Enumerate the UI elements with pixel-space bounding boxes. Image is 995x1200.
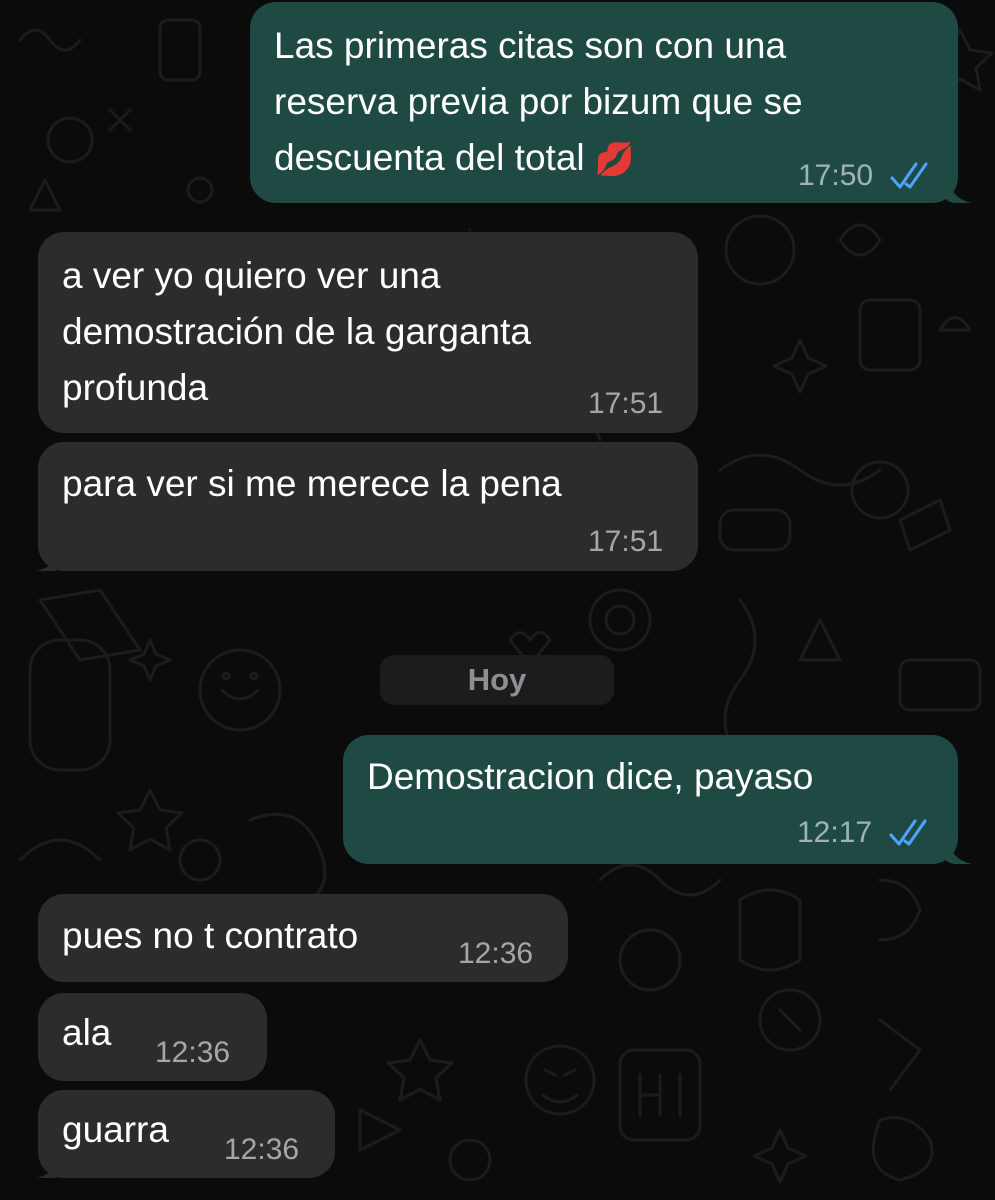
message-bubble-incoming[interactable]: ala 12:36 [38, 993, 267, 1081]
message-bubble-incoming[interactable]: pues no t contrato 12:36 [38, 894, 568, 982]
bubble-tail [946, 834, 972, 864]
lips-emoji-icon: 💋 [594, 141, 635, 177]
message-bubble-outgoing[interactable]: Las primeras citas son con una reserva p… [250, 2, 958, 203]
message-timestamp: 12:36 [155, 1036, 231, 1069]
double-check-icon [889, 819, 927, 846]
message-text: guarra [62, 1109, 169, 1150]
double-check-icon [890, 162, 928, 189]
message-timestamp: 17:50 [798, 159, 874, 192]
message-bubble-incoming[interactable]: para ver si me merece la pena 17:51 [38, 442, 698, 571]
message-text: Demostracion dice, payaso [367, 756, 814, 797]
bubble-tail [36, 1148, 62, 1178]
message-timestamp: 12:36 [224, 1133, 300, 1166]
bubble-tail [946, 173, 972, 203]
message-timestamp: 12:36 [458, 937, 534, 970]
message-bubble-incoming[interactable]: a ver yo quiero ver una demostración de … [38, 232, 698, 433]
message-timestamp: 17:51 [588, 387, 664, 420]
message-text: pues no t contrato [62, 915, 359, 956]
message-timestamp: 17:51 [588, 525, 664, 558]
chat-view[interactable]: Las primeras citas son con una reserva p… [0, 0, 995, 1200]
message-timestamp: 12:17 [797, 816, 873, 849]
message-text: ala [62, 1012, 112, 1053]
message-bubble-outgoing[interactable]: Demostracion dice, payaso 12:17 [343, 735, 958, 864]
message-text: para ver si me merece la pena [62, 463, 562, 504]
bubble-tail [36, 541, 62, 571]
message-bubble-incoming[interactable]: guarra 12:36 [38, 1090, 335, 1178]
date-separator: Hoy [380, 655, 614, 705]
